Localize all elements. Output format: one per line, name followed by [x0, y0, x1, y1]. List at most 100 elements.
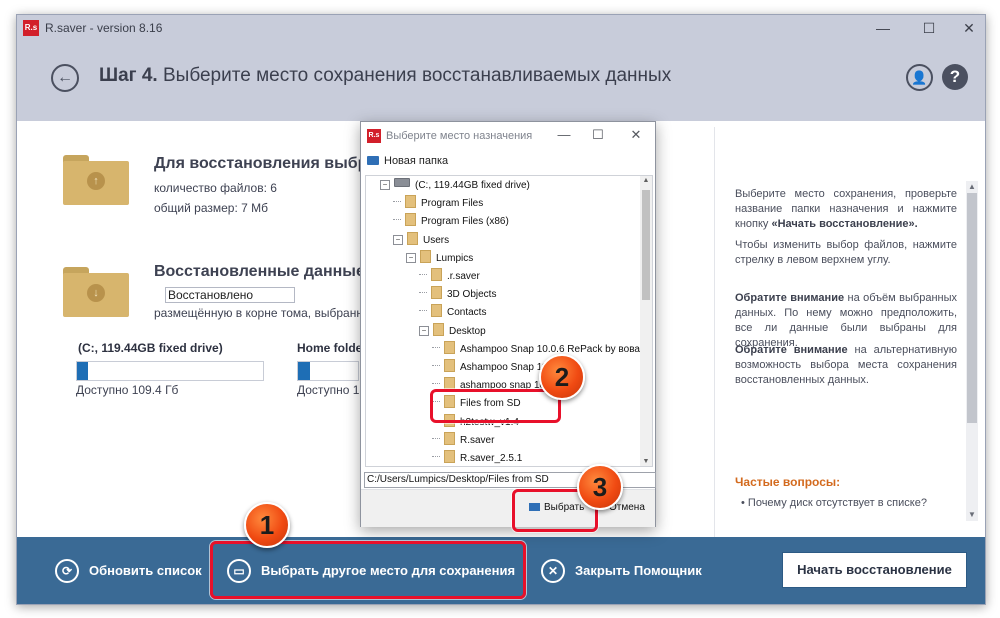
tree-item-label: (C:, 119.44GB fixed drive) — [415, 180, 530, 191]
page-title: Шаг 4. Выберите место сохранения восстан… — [99, 65, 671, 87]
scroll-down-icon[interactable]: ▼ — [966, 509, 978, 521]
tree-line — [432, 365, 440, 366]
tree-line — [393, 201, 401, 203]
tree-item-label: Contacts — [447, 307, 487, 319]
home-usage-fill — [298, 362, 310, 380]
help-paragraph-4: Обратите внимание на альтернативную возм… — [735, 344, 957, 386]
scroll-thumb[interactable] — [967, 193, 977, 423]
tree-scroll-down-icon[interactable]: ▼ — [640, 458, 652, 465]
tree-item-label: Ashampoo Snap 11 — [460, 362, 548, 373]
tree-item[interactable]: R.saver_2.5.1 — [432, 450, 523, 466]
tree-item-label: R.saver_2.5.1 — [460, 453, 523, 464]
home-usage-bar — [297, 361, 359, 381]
user-icon[interactable]: 👤 — [906, 64, 933, 91]
dialog-close-button[interactable]: ✕ — [627, 127, 645, 143]
folder-icon — [431, 304, 442, 318]
section-selected-title: Для восстановления выбр — [154, 155, 368, 172]
destination-dialog: R.s Выберите место назначения — ☐ ✕ Нова… — [360, 121, 656, 527]
folder-icon — [407, 231, 418, 245]
tree-item-label: Program Files (x86) — [421, 216, 509, 228]
tree-item[interactable]: Program Files — [393, 195, 483, 213]
tree-line — [419, 310, 427, 312]
section-recovered-title: Восстановленные данные — [154, 263, 365, 280]
folder-icon — [444, 431, 455, 445]
window-title: R.saver - version 8.16 — [45, 21, 163, 35]
wizard-header: ← Шаг 4. Выберите место сохранения восст… — [17, 41, 985, 121]
collapse-icon[interactable]: − — [393, 234, 403, 245]
minimize-button[interactable]: — — [873, 18, 893, 38]
folder-icon — [405, 213, 416, 227]
tree-item[interactable]: Ashampoo Snap 10.0.6 RePack by вовава — [432, 340, 651, 359]
tree-scrollbar[interactable]: ▲ ▼ — [640, 176, 652, 466]
folder-icon — [444, 359, 455, 372]
tree-item[interactable]: − Lumpics — [406, 249, 474, 268]
dialog-maximize-button[interactable]: ☐ — [589, 127, 607, 143]
folder-tree[interactable]: R.saver_2.5.1 R.saver h2testw_v1.4 Files fr… — [365, 175, 653, 467]
drive-c-title[interactable]: (C:, 119.44GB fixed drive) — [78, 341, 223, 355]
folder-down-icon: ↓ — [63, 267, 129, 317]
tree-line — [419, 292, 427, 294]
arrow-up-icon: ↑ — [87, 172, 105, 190]
tree-item-label: Ashampoo Snap 10.0.6 RePack by вовава — [460, 343, 651, 355]
tree-item[interactable]: − Desktop — [419, 322, 486, 341]
tree-item[interactable]: Contacts — [419, 304, 486, 322]
step-number: Шаг 4. — [99, 65, 158, 86]
collapse-icon[interactable]: − — [419, 325, 429, 336]
tree-item[interactable]: − (C:, 119.44GB fixed drive) — [380, 177, 530, 195]
faq-title: Частые вопросы: — [735, 475, 841, 489]
close-button[interactable]: ✕ — [959, 18, 979, 38]
tree-line — [432, 437, 440, 439]
location-text: размещённую в корне тома, выбранно — [154, 306, 370, 320]
callout-1: 1 — [244, 502, 290, 548]
home-folder-title[interactable]: Home folder — [297, 341, 367, 355]
dialog-minimize-button[interactable]: — — [555, 127, 573, 142]
app-logo-icon: R.s — [23, 20, 39, 36]
faq-item[interactable]: • Почему диск отсутствует в списке? — [741, 497, 927, 509]
start-recovery-button[interactable]: Начать восстановление — [782, 552, 967, 588]
help-icon[interactable]: ? — [942, 64, 968, 90]
drive-c-usage-fill — [77, 362, 89, 380]
tree-item-label: Lumpics — [436, 252, 474, 264]
highlight-files-from-sd — [430, 389, 561, 423]
tree-item[interactable]: Program Files (x86) — [393, 213, 509, 231]
collapse-icon[interactable]: − — [380, 180, 390, 190]
step-description: Выберите место сохранения восстанавливае… — [162, 65, 672, 86]
folder-icon — [405, 195, 416, 209]
tree-line — [432, 456, 440, 457]
refresh-label: Обновить список — [89, 563, 202, 578]
folder-name-input[interactable]: Восстановлено — [165, 287, 295, 303]
drive-c-usage-bar — [76, 361, 264, 381]
highlight-choose-location — [210, 541, 526, 599]
tree-item[interactable]: .r.saver — [419, 268, 480, 286]
close-assistant-label: Закрыть Помощник — [575, 563, 702, 578]
tree-item[interactable]: 3D Objects — [419, 286, 496, 304]
help-paragraph-2: Чтобы изменить выбор файлов, нажмите стр… — [735, 239, 957, 266]
dialog-title-bar: R.s Выберите место назначения — ☐ ✕ — [361, 122, 655, 150]
tree-item-label: 3D Objects — [447, 289, 497, 301]
close-icon: ✕ — [541, 559, 565, 583]
folder-icon — [420, 249, 431, 263]
tree-scroll-up-icon[interactable]: ▲ — [640, 177, 652, 184]
collapse-icon[interactable]: − — [406, 252, 416, 263]
tree-item[interactable]: R.saver — [432, 431, 495, 450]
callout-2: 2 — [539, 354, 585, 400]
tree-scroll-thumb[interactable] — [642, 190, 650, 300]
scroll-up-icon[interactable]: ▲ — [966, 181, 978, 193]
folder-icon — [433, 322, 444, 336]
tree-item-label: R.saver — [460, 434, 495, 446]
help-scrollbar[interactable]: ▲ ▼ — [966, 181, 978, 521]
home-available: Доступно 1 — [297, 383, 360, 397]
tree-item-label: Desktop — [449, 325, 486, 337]
tree-line — [393, 219, 401, 221]
folder-icon — [444, 450, 455, 463]
folder-icon — [444, 340, 455, 354]
tree-item[interactable]: Ashampoo Snap 11 — [432, 359, 547, 377]
new-folder-button[interactable]: Новая папка — [367, 155, 448, 167]
tree-line — [419, 274, 427, 275]
tree-line — [432, 346, 440, 348]
arrow-down-icon: ↓ — [87, 284, 105, 302]
tree-item[interactable]: − Users — [393, 231, 449, 250]
back-arrow-icon[interactable]: ← — [51, 64, 79, 92]
folder-icon — [431, 268, 442, 281]
maximize-button[interactable]: ☐ — [919, 18, 939, 38]
